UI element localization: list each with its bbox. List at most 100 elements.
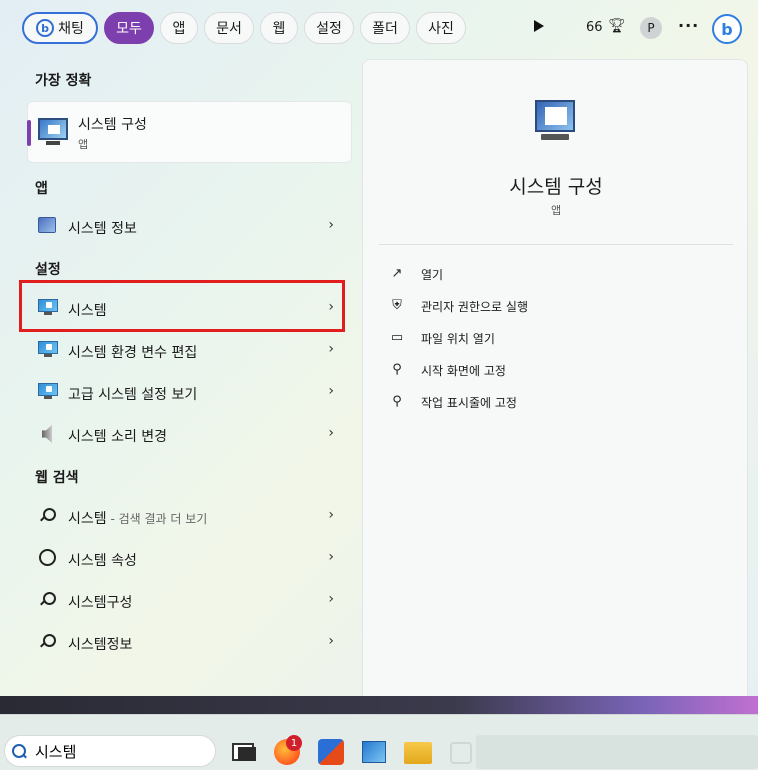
chevron-right-icon: › bbox=[328, 383, 334, 399]
search-input[interactable] bbox=[35, 742, 205, 760]
filter-folders[interactable]: 폴더 bbox=[360, 12, 410, 44]
list-item-web-system-props[interactable]: 시스템 속성 › bbox=[28, 540, 346, 578]
filter-documents-label: 문서 bbox=[216, 21, 242, 37]
chevron-right-icon: › bbox=[328, 217, 334, 233]
system-config-icon bbox=[38, 118, 68, 146]
web-query-suffix: - 검색 결과 더 보기 bbox=[106, 512, 208, 526]
monitor-app-icon[interactable] bbox=[362, 741, 386, 763]
divider bbox=[379, 244, 733, 245]
best-match-header: 가장 정확 bbox=[35, 73, 92, 89]
list-item-env-vars[interactable]: 시스템 환경 변수 편집 › bbox=[28, 332, 346, 370]
chat-filter-label: 채팅 bbox=[58, 21, 84, 37]
list-item-web-system[interactable]: 시스템 - 검색 결과 더 보기 › bbox=[28, 498, 346, 536]
action-label: 시작 화면에 고정 bbox=[421, 364, 506, 378]
trophy-icon[interactable]: 🏆︎ bbox=[608, 18, 626, 34]
chevron-right-icon: › bbox=[328, 425, 334, 441]
apps-header: 앱 bbox=[35, 181, 48, 197]
search-icon bbox=[40, 634, 56, 648]
open-external-icon: ↗ bbox=[391, 266, 403, 281]
filter-photos-label: 사진 bbox=[428, 21, 454, 37]
filter-folders-label: 폴더 bbox=[372, 21, 398, 37]
bing-chat-icon: b bbox=[36, 19, 55, 37]
system-info-icon bbox=[38, 217, 56, 233]
task-view-icon[interactable] bbox=[230, 739, 256, 765]
best-match-subtitle: 앱 bbox=[78, 138, 89, 151]
list-item-label: 고급 시스템 설정 보기 bbox=[68, 387, 198, 403]
pin-icon: ⚲ bbox=[392, 362, 402, 377]
system-config-icon bbox=[531, 98, 579, 146]
search-icon bbox=[40, 592, 56, 606]
filter-all[interactable]: 모두 bbox=[104, 12, 154, 44]
action-label: 파일 위치 열기 bbox=[421, 332, 495, 346]
list-item-web-system-info[interactable]: 시스템정보 › bbox=[28, 624, 346, 662]
list-item-label: 시스템 - 검색 결과 더 보기 bbox=[68, 508, 207, 528]
bing-icon: b bbox=[721, 19, 733, 39]
web-search-header: 웹 검색 bbox=[35, 470, 79, 486]
action-open-file-location[interactable]: ▭ 파일 위치 열기 bbox=[389, 326, 689, 350]
chevron-right-icon: › bbox=[328, 633, 334, 649]
shield-icon: ⛨ bbox=[392, 298, 402, 313]
action-label: 열기 bbox=[421, 268, 444, 282]
history-icon bbox=[39, 549, 56, 566]
pin-icon: ⚲ bbox=[392, 394, 402, 409]
detail-title: 시스템 구성 bbox=[509, 176, 603, 198]
best-match-card[interactable]: 시스템 구성 앱 bbox=[27, 101, 352, 163]
more-options-icon[interactable]: ··· bbox=[678, 16, 699, 35]
list-item-label: 시스템 소리 변경 bbox=[68, 429, 168, 445]
filter-web-label: 웹 bbox=[272, 21, 286, 37]
speaker-icon bbox=[42, 425, 52, 443]
bing-button[interactable]: b bbox=[712, 14, 742, 44]
filter-documents[interactable]: 문서 bbox=[204, 12, 254, 44]
monitor-icon bbox=[38, 383, 58, 399]
folder-icon: ▭ bbox=[390, 330, 404, 345]
chevron-right-icon: › bbox=[328, 341, 334, 357]
list-item-label: 시스템구성 bbox=[68, 595, 133, 611]
filter-apps-label: 앱 bbox=[172, 21, 186, 37]
avatar[interactable]: P bbox=[640, 17, 662, 39]
filter-settings-label: 설정 bbox=[316, 21, 342, 37]
detail-pane: 시스템 구성 앱 ↗ 열기 ⛨ 관리자 권한으로 실행 ▭ 파일 위치 열기 ⚲… bbox=[362, 59, 748, 708]
avatar-initial: P bbox=[647, 21, 655, 35]
filter-apps[interactable]: 앱 bbox=[160, 12, 198, 44]
action-run-as-admin[interactable]: ⛨ 관리자 권한으로 실행 bbox=[389, 294, 689, 318]
app-icon[interactable] bbox=[450, 742, 472, 764]
filter-bar: b 채팅 모두 앱 문서 웹 설정 폴더 사진 66 🏆︎ P ··· b bbox=[22, 12, 742, 46]
list-item-system-info[interactable]: 시스템 정보 › bbox=[28, 208, 346, 246]
list-item-advanced-system[interactable]: 고급 시스템 설정 보기 › bbox=[28, 374, 346, 412]
action-open[interactable]: ↗ 열기 bbox=[389, 262, 689, 286]
file-explorer-icon[interactable] bbox=[404, 742, 432, 764]
selection-highlight bbox=[19, 280, 345, 332]
list-item-label: 시스템 정보 bbox=[68, 221, 137, 237]
filter-all-label: 모두 bbox=[116, 21, 142, 37]
monitor-icon bbox=[38, 341, 58, 357]
rewards-points[interactable]: 66 bbox=[586, 20, 603, 35]
system-tray bbox=[476, 735, 758, 769]
filter-photos[interactable]: 사진 bbox=[416, 12, 466, 44]
list-item-label: 시스템정보 bbox=[68, 637, 133, 653]
chat-filter-button[interactable]: b 채팅 bbox=[22, 12, 98, 44]
chevron-right-icon: › bbox=[328, 549, 334, 565]
search-icon bbox=[40, 508, 56, 522]
action-pin-to-taskbar[interactable]: ⚲ 작업 표시줄에 고정 bbox=[389, 390, 689, 414]
start-search-panel: b 채팅 모두 앱 문서 웹 설정 폴더 사진 66 🏆︎ P ··· b 가장… bbox=[0, 0, 758, 714]
list-item-web-system-config[interactable]: 시스템구성 › bbox=[28, 582, 346, 620]
taskbar: 1 bbox=[0, 714, 758, 770]
detail-subtitle: 앱 bbox=[550, 204, 562, 217]
settings-header: 설정 bbox=[35, 262, 61, 278]
action-label: 관리자 권한으로 실행 bbox=[421, 300, 528, 314]
list-item-label: 시스템 환경 변수 편집 bbox=[68, 345, 198, 361]
notification-badge: 1 bbox=[286, 735, 302, 751]
store-icon[interactable] bbox=[318, 739, 344, 765]
chevron-right-icon: › bbox=[328, 507, 334, 523]
chevron-right-icon: › bbox=[328, 591, 334, 607]
filter-settings[interactable]: 설정 bbox=[304, 12, 354, 44]
list-item-system-sounds[interactable]: 시스템 소리 변경 › bbox=[28, 416, 346, 454]
action-pin-to-start[interactable]: ⚲ 시작 화면에 고정 bbox=[389, 358, 689, 382]
filter-web[interactable]: 웹 bbox=[260, 12, 298, 44]
best-match-title: 시스템 구성 bbox=[78, 117, 147, 133]
action-label: 작업 표시줄에 고정 bbox=[421, 396, 517, 410]
play-icon[interactable] bbox=[534, 20, 544, 32]
taskbar-search[interactable] bbox=[4, 735, 216, 767]
search-icon bbox=[12, 744, 26, 758]
web-query: 시스템 bbox=[68, 511, 107, 527]
